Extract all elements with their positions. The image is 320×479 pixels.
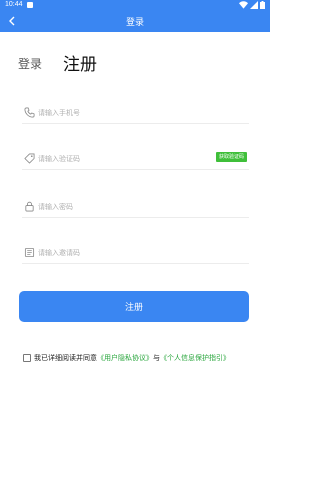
password-field xyxy=(22,197,249,218)
status-bar: 10:44 xyxy=(0,0,270,11)
sms-code-input[interactable] xyxy=(38,152,218,166)
tag-icon xyxy=(24,153,35,164)
page-title: 登录 xyxy=(125,18,144,28)
agreement-checkbox[interactable] xyxy=(23,354,31,362)
phone-field xyxy=(22,103,249,124)
status-icons xyxy=(238,1,265,10)
agreement-prefix: 我已详细阅读并同意 xyxy=(34,354,97,362)
status-time: 10:44 xyxy=(5,1,23,8)
register-button[interactable]: 注册 xyxy=(19,291,249,322)
phone-input[interactable] xyxy=(38,106,218,120)
tab-register[interactable]: 注册 xyxy=(63,50,97,75)
lock-icon xyxy=(25,201,34,212)
battery-icon xyxy=(260,1,265,9)
invite-code-field xyxy=(22,243,249,264)
tab-login[interactable]: 登录 xyxy=(18,55,42,72)
get-code-button[interactable]: 获取验证码 xyxy=(215,152,247,162)
privacy-policy-link[interactable]: 《用户隐私协议》 xyxy=(97,354,153,362)
wifi-icon xyxy=(238,1,248,9)
app-bar: 登录 xyxy=(0,11,270,32)
phone-icon xyxy=(24,107,35,118)
invite-code-input[interactable] xyxy=(38,246,218,260)
personal-info-link[interactable]: 《个人信息保护指引》 xyxy=(160,354,230,362)
agreement-text: 我已详细阅读并同意《用户隐私协议》与《个人信息保护指引》 xyxy=(34,353,230,363)
notification-icon xyxy=(27,2,33,8)
password-input[interactable] xyxy=(38,200,218,214)
sms-code-field: 获取验证码 xyxy=(22,149,249,170)
agreement-conjunction: 与 xyxy=(153,354,160,362)
signal-icon xyxy=(249,1,258,9)
invite-card-icon xyxy=(24,247,35,258)
